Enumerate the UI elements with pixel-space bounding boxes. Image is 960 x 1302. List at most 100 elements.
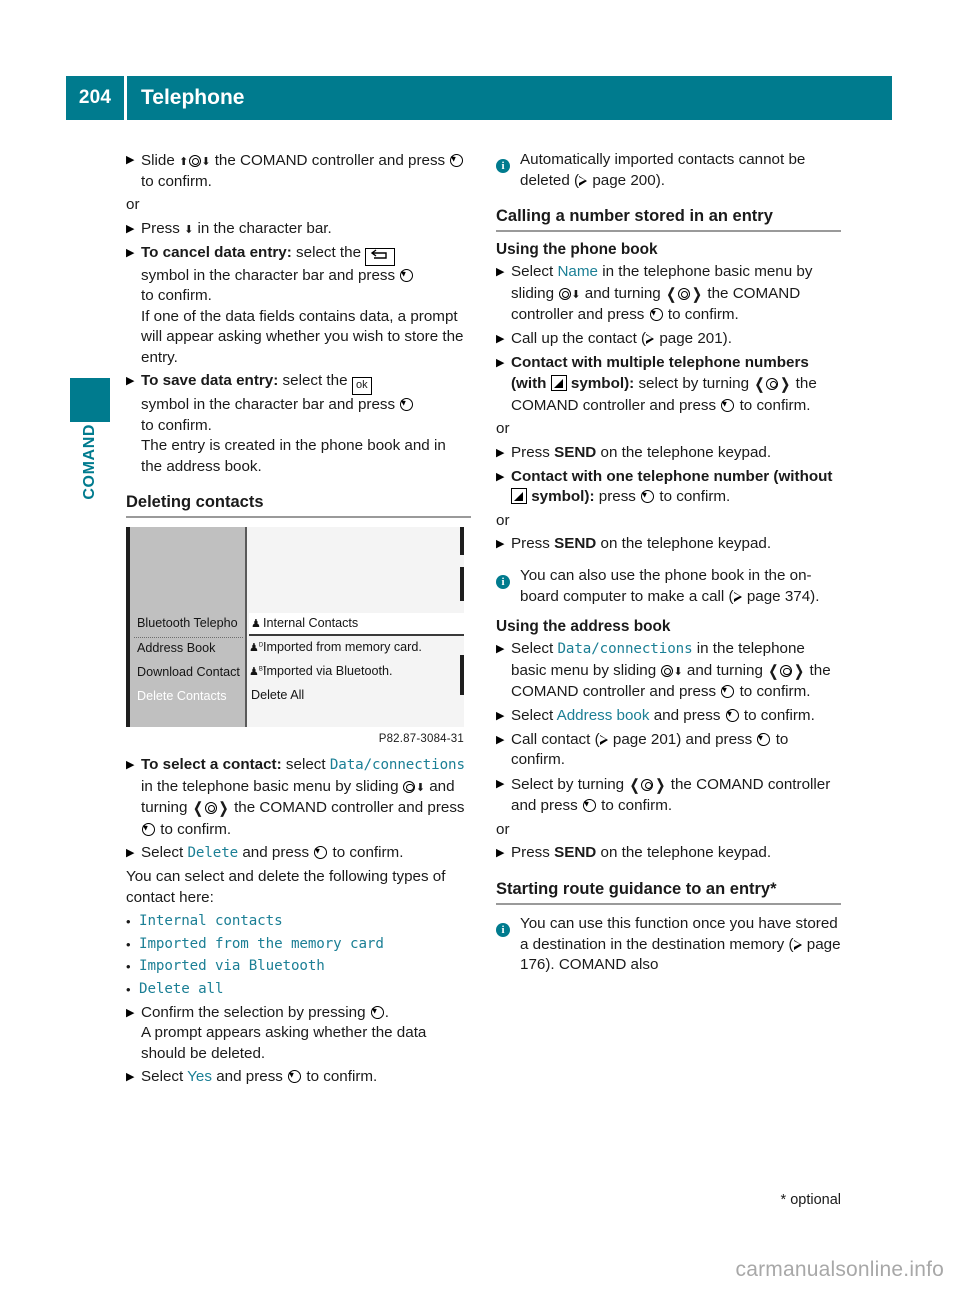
info-icon-container: i bbox=[496, 914, 520, 976]
info-icon: i bbox=[496, 575, 510, 589]
multiple-numbers-symbol-icon bbox=[511, 488, 527, 504]
step-text: Press ⬇ in the character bar. bbox=[141, 219, 471, 240]
step-bullet-icon: ▶ bbox=[496, 643, 505, 655]
contact-sd-icon: ♟D bbox=[249, 642, 264, 654]
step-text-b: . bbox=[384, 1003, 390, 1021]
step-bullet-icon: ▶ bbox=[496, 777, 505, 790]
step-text-end: press bbox=[408, 152, 446, 169]
scroll-mark-right bbox=[460, 527, 464, 555]
step-label-bold: To save data entry: bbox=[141, 372, 279, 389]
slide-up-down-icon: ⬆ ⬇ bbox=[179, 155, 211, 168]
press-controller-icon bbox=[288, 1070, 302, 1083]
page-header: 204 Telephone bbox=[66, 76, 892, 120]
step-text-b: and press bbox=[242, 844, 310, 861]
press-controller-icon bbox=[400, 398, 414, 411]
step-label-bold-b: symbol): bbox=[570, 375, 635, 392]
heading-route-text: Starting route guidance to an entry bbox=[496, 880, 771, 898]
multiple-numbers-symbol-icon bbox=[550, 375, 567, 391]
step-text: Select by turning ❬ ❭ the COMAND controll… bbox=[511, 774, 841, 817]
comand-submenu-delete-all[interactable]: Delete All bbox=[251, 688, 304, 702]
turn-controller-icon: ❬ ❭ bbox=[664, 285, 704, 303]
slide-down-icon: ⬇ bbox=[403, 778, 425, 794]
note-text: Automatically imported contacts cannot b… bbox=[520, 150, 841, 191]
step-text: Contact with multiple telephone numbers … bbox=[511, 353, 841, 417]
list-item-label: Internal contacts bbox=[139, 913, 283, 929]
comand-menu-delete-contacts[interactable]: Delete Contacts bbox=[137, 689, 227, 703]
step-text-b: to confirm. bbox=[659, 488, 731, 505]
step-text: To select a contact: select Data/connect… bbox=[141, 755, 471, 840]
step-text: Press SEND on the telephone keypad. bbox=[511, 843, 841, 864]
or-separator-2: or bbox=[496, 420, 510, 437]
step-contact-multiple-numbers: ▶ Contact with multiple telephone number… bbox=[496, 353, 841, 417]
scroll-mark-right bbox=[460, 567, 464, 601]
step-text-a: Select bbox=[511, 706, 554, 724]
info-note-imported-contacts: i Automatically imported contacts cannot… bbox=[496, 150, 841, 191]
step-text: To cancel data entry: select the symbol … bbox=[141, 243, 471, 369]
step-text-b: ) and press bbox=[676, 730, 753, 748]
menu-ref-yes: Yes bbox=[187, 1068, 212, 1085]
info-note-route-guidance: i You can use this function once you hav… bbox=[496, 914, 841, 976]
back-arrow-glyph bbox=[371, 248, 387, 259]
step-text-a: Press bbox=[511, 443, 550, 461]
step-press-send-1: ▶ Press SEND on the telephone keypad. bbox=[496, 443, 841, 464]
step-press-send-2: ▶ Press SEND on the telephone keypad. bbox=[496, 534, 841, 555]
page-number: 204 bbox=[78, 87, 112, 108]
chapter-thumb-tab bbox=[70, 378, 110, 422]
heading-route-guidance: Starting route guidance to an entry* bbox=[496, 880, 841, 905]
comand-menu-download-contacts[interactable]: Download Contact bbox=[137, 665, 240, 679]
step-bullet-icon: ▶ bbox=[496, 356, 505, 369]
step-text-post: in the character bar. bbox=[197, 219, 332, 237]
step-press-character-bar: ▶ Press ⬇ in the character bar. bbox=[126, 219, 471, 240]
step-label-bold-a: Contact with one telephone number (witho… bbox=[511, 467, 833, 485]
step-bullet-icon: ▶ bbox=[496, 847, 505, 859]
optional-asterisk: * bbox=[770, 880, 777, 898]
press-controller-icon bbox=[142, 822, 155, 836]
step-text-c: to confirm. bbox=[332, 844, 404, 861]
comand-menu-separator bbox=[134, 637, 243, 638]
menu-ref-address-book: Address book bbox=[556, 706, 650, 724]
comand-menu-bluetooth-telephone[interactable]: Bluetooth Telepho bbox=[137, 616, 238, 630]
step-text: Select Name in the telephone basic menu … bbox=[511, 262, 841, 326]
step-text-a: Select bbox=[141, 844, 184, 861]
menu-ref-data-connections: Data/connections bbox=[329, 757, 465, 773]
comand-menu-address-book[interactable]: Address Book bbox=[137, 641, 215, 655]
note-text-a: You can use this function once you have … bbox=[520, 915, 838, 953]
slide-down-icon: ⬇ bbox=[558, 285, 581, 301]
back-arrow-symbol-icon bbox=[365, 247, 396, 266]
comand-submenu-imported-bluetooth[interactable]: Imported via Bluetooth. bbox=[263, 664, 393, 678]
note-text: You can use this function once you have … bbox=[520, 914, 841, 976]
step-text-c: to confirm. bbox=[601, 797, 673, 814]
press-controller-icon bbox=[757, 732, 771, 746]
turn-controller-icon: ❬ ❭ bbox=[767, 662, 806, 680]
step-text: Slide ⬆ ⬇ the COMAND controller and press… bbox=[141, 150, 471, 192]
step-bullet-icon: ▶ bbox=[496, 266, 505, 278]
step-text-c: to confirm. bbox=[306, 1068, 378, 1085]
or-separator-3: or bbox=[496, 511, 510, 529]
comand-submenu-internal-contacts[interactable]: Internal Contacts bbox=[263, 616, 358, 630]
page-reference: page 374 bbox=[746, 587, 811, 605]
step-text-b: symbol in the character bar and press bbox=[141, 396, 396, 413]
press-controller-icon bbox=[582, 799, 596, 812]
step-text: To save data entry: select the ok symbol… bbox=[141, 371, 471, 477]
optional-footnote: * optional bbox=[780, 1192, 841, 1208]
step-text-d: the COMAND controller and press bbox=[234, 799, 465, 816]
list-item: • Imported via Bluetooth bbox=[126, 956, 471, 977]
step-text-a: Press bbox=[511, 535, 550, 552]
step-select-address-book: ▶ Select Address book and press to confi… bbox=[496, 706, 841, 727]
step-text-c: and bbox=[686, 661, 713, 679]
step-label-bold: To cancel data entry: bbox=[141, 243, 292, 261]
step-contact-one-number: ▶ Contact with one telephone number (wit… bbox=[496, 467, 841, 508]
comand-submenu-imported-memory-card[interactable]: Imported from memory card. bbox=[263, 640, 422, 654]
step-cancel-data-entry: ▶ To cancel data entry: select the symbo… bbox=[126, 243, 471, 369]
step-bullet-icon: ▶ bbox=[126, 1006, 135, 1019]
right-column: i Automatically imported contacts cannot… bbox=[496, 150, 841, 980]
figure-caption: P82.87-3084-31 bbox=[378, 733, 464, 745]
step-text-b: on the telephone keypad. bbox=[600, 443, 772, 461]
step-text: Call up the contact ( page 201). bbox=[511, 329, 841, 350]
send-key-label: SEND bbox=[554, 443, 597, 461]
step-bullet-icon: ▶ bbox=[496, 709, 505, 722]
info-icon-container: i bbox=[496, 150, 520, 191]
step-text-b: on the telephone keypad. bbox=[600, 844, 772, 861]
scroll-mark-right bbox=[460, 655, 464, 695]
press-controller-icon bbox=[721, 398, 735, 412]
